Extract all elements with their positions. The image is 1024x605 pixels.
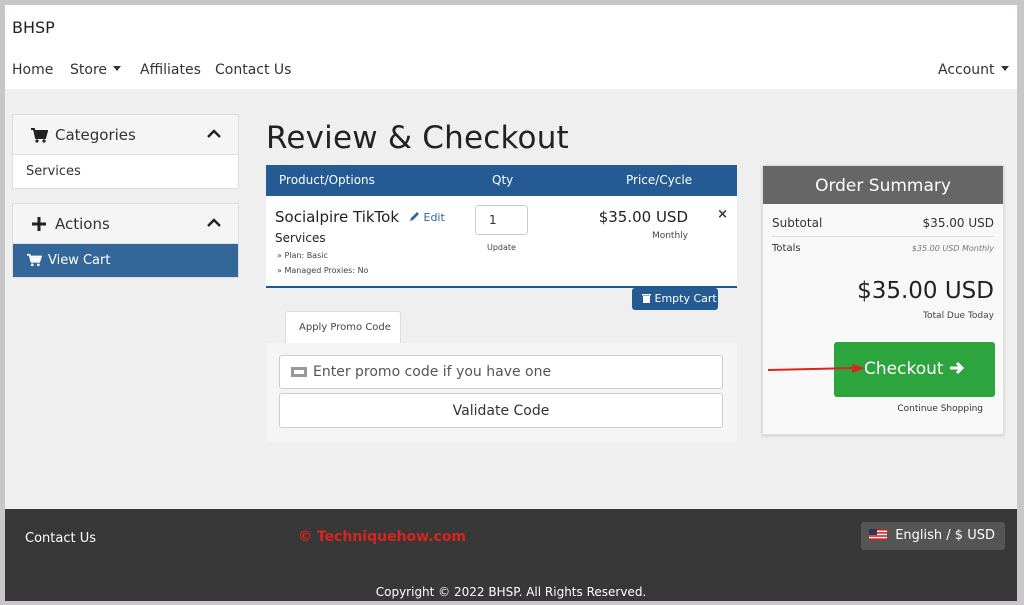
chevron-up-icon[interactable] <box>207 218 221 228</box>
order-summary-title: Order Summary <box>763 166 1003 204</box>
item-price: $35.00 USD <box>598 208 688 226</box>
tab-apply-promo-code[interactable]: Apply Promo Code <box>285 311 401 343</box>
empty-cart-label: Empty Cart <box>654 292 717 305</box>
cart-icon <box>27 253 42 267</box>
nav-store-label: Store <box>70 62 108 78</box>
sidebar-item-view-cart[interactable]: View Cart <box>13 244 238 277</box>
validate-code-button[interactable]: Validate Code <box>279 393 723 428</box>
chevron-down-icon <box>1000 66 1009 71</box>
footer-contact-link[interactable]: Contact Us <box>25 531 96 546</box>
product-name: Socialpire TikTok <box>275 208 400 226</box>
nav-home[interactable]: Home <box>12 62 53 78</box>
categories-header[interactable]: Categories <box>13 115 238 155</box>
footer: Contact Us © Techniquehow.com English / … <box>5 509 1017 601</box>
nav-account-label: Account <box>938 62 995 78</box>
cart-table-header: Product/Options Qty Price/Cycle <box>266 165 737 196</box>
trash-icon <box>642 294 651 303</box>
nav-contact-us[interactable]: Contact Us <box>215 62 291 78</box>
update-link[interactable]: Update <box>487 243 516 252</box>
divider <box>772 236 994 237</box>
totals-row: Totals $35.00 USD Monthly <box>772 243 994 254</box>
sidebar-item-services[interactable]: Services <box>13 155 238 188</box>
total-due-label: Total Due Today <box>923 311 994 321</box>
top-nav: Home Store Affiliates Contact Us Account <box>12 62 1017 88</box>
brand-logo[interactable]: BHSP <box>12 18 55 37</box>
chevron-up-icon[interactable] <box>207 129 221 139</box>
sidebar-categories: Categories Services <box>12 114 239 189</box>
page-title: Review & Checkout <box>266 120 569 156</box>
product-option: » Plan: Basic <box>277 251 328 260</box>
subtotal-row: Subtotal $35.00 USD <box>772 216 994 230</box>
categories-title: Categories <box>55 126 136 144</box>
nav-account[interactable]: Account <box>938 62 1009 78</box>
total-amount: $35.00 USD <box>857 278 994 304</box>
actions-header[interactable]: Actions <box>13 204 238 244</box>
cart-table: Product/Options Qty Price/Cycle Socialpi… <box>266 165 737 288</box>
watermark: © Techniquehow.com <box>298 529 467 545</box>
copyright: Copyright © 2022 BHSP. All Rights Reserv… <box>375 585 647 599</box>
pencil-icon <box>410 212 419 221</box>
chevron-down-icon <box>113 66 122 71</box>
quantity-input[interactable]: 1 <box>475 205 528 235</box>
product-group: Services <box>275 231 326 245</box>
checkout-label: Checkout <box>864 359 944 379</box>
empty-cart-button[interactable]: Empty Cart <box>632 288 718 310</box>
promo-panel: Enter promo code if you have one Validat… <box>266 343 737 442</box>
edit-label: Edit <box>423 211 445 224</box>
main-content: Categories Services Actions View Cart Re… <box>5 89 1017 509</box>
browser-frame: BHSP Home Store Affiliates Contact Us Ac… <box>5 5 1017 601</box>
sidebar-item-label: View Cart <box>48 253 111 268</box>
nav-store[interactable]: Store <box>70 62 122 78</box>
item-cycle: Monthly <box>651 231 688 241</box>
subtotal-value: $35.00 USD <box>922 216 994 230</box>
us-flag-icon <box>869 529 888 540</box>
sidebar-actions: Actions View Cart <box>12 203 239 278</box>
totals-value: $35.00 USD Monthly <box>911 244 994 253</box>
actions-title: Actions <box>55 215 110 233</box>
continue-shopping-link[interactable]: Continue Shopping <box>763 404 1003 414</box>
col-price: Price/Cycle <box>626 173 693 187</box>
cart-icon <box>31 128 48 143</box>
edit-link[interactable]: Edit <box>409 211 445 224</box>
product-option: » Managed Proxies: No <box>277 266 369 275</box>
nav-affiliates[interactable]: Affiliates <box>140 62 201 78</box>
col-product: Product/Options <box>279 173 375 187</box>
plus-icon <box>32 217 46 231</box>
ticket-icon <box>291 367 307 377</box>
promo-placeholder: Enter promo code if you have one <box>313 364 552 380</box>
language-label: English / $ USD <box>895 528 995 543</box>
annotation-arrow <box>768 364 865 373</box>
subtotal-label: Subtotal <box>772 216 823 230</box>
promo-code-input[interactable]: Enter promo code if you have one <box>279 355 723 389</box>
order-summary: Order Summary Subtotal $35.00 USD Totals… <box>762 165 1004 435</box>
totals-label: Totals <box>772 243 801 254</box>
col-qty: Qty <box>492 173 514 187</box>
language-selector[interactable]: English / $ USD <box>861 522 1005 550</box>
sidebar-item-label: Services <box>26 164 81 179</box>
remove-item-icon[interactable]: × <box>717 207 728 222</box>
arrow-right-icon <box>949 361 965 375</box>
